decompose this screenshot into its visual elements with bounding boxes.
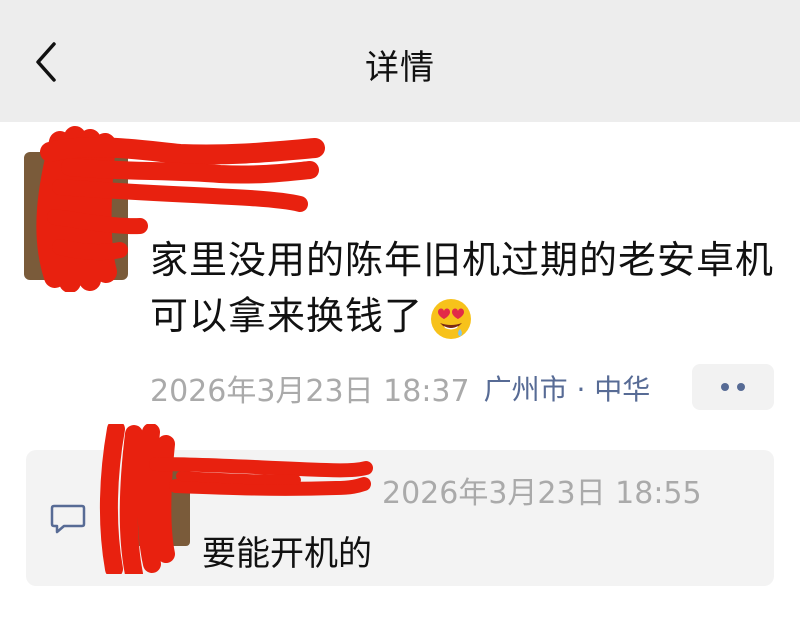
- dot: [737, 383, 745, 391]
- comment-text: 要能开机的: [202, 534, 372, 574]
- commenter-avatar[interactable]: [134, 466, 190, 546]
- post-timestamp: 2026年3月23日 18:37: [150, 374, 470, 409]
- avatar[interactable]: [24, 152, 128, 280]
- page-title: 详情: [365, 48, 435, 88]
- comment-timestamp: 2026年3月23日 18:55: [382, 476, 702, 511]
- post-location[interactable]: 广州市 · 中华: [484, 368, 664, 408]
- top-bar: 详情: [0, 0, 800, 122]
- dot: [721, 383, 729, 391]
- heart-eyes-emoji: [431, 298, 472, 339]
- moment-post: 家里没用的陈年旧机过期的老安卓机可以拿来换钱了 2026年3月23日 18:37…: [0, 122, 800, 626]
- post-text: 家里没用的陈年旧机过期的老安卓机可以拿来换钱了: [150, 232, 780, 344]
- comment-icon: [50, 504, 86, 534]
- comments-section: 2026年3月23日 18:55 要能开机的: [26, 424, 774, 586]
- post-meta: 2026年3月23日 18:37 广州市 · 中华: [150, 366, 664, 410]
- more-options-button[interactable]: [692, 364, 774, 410]
